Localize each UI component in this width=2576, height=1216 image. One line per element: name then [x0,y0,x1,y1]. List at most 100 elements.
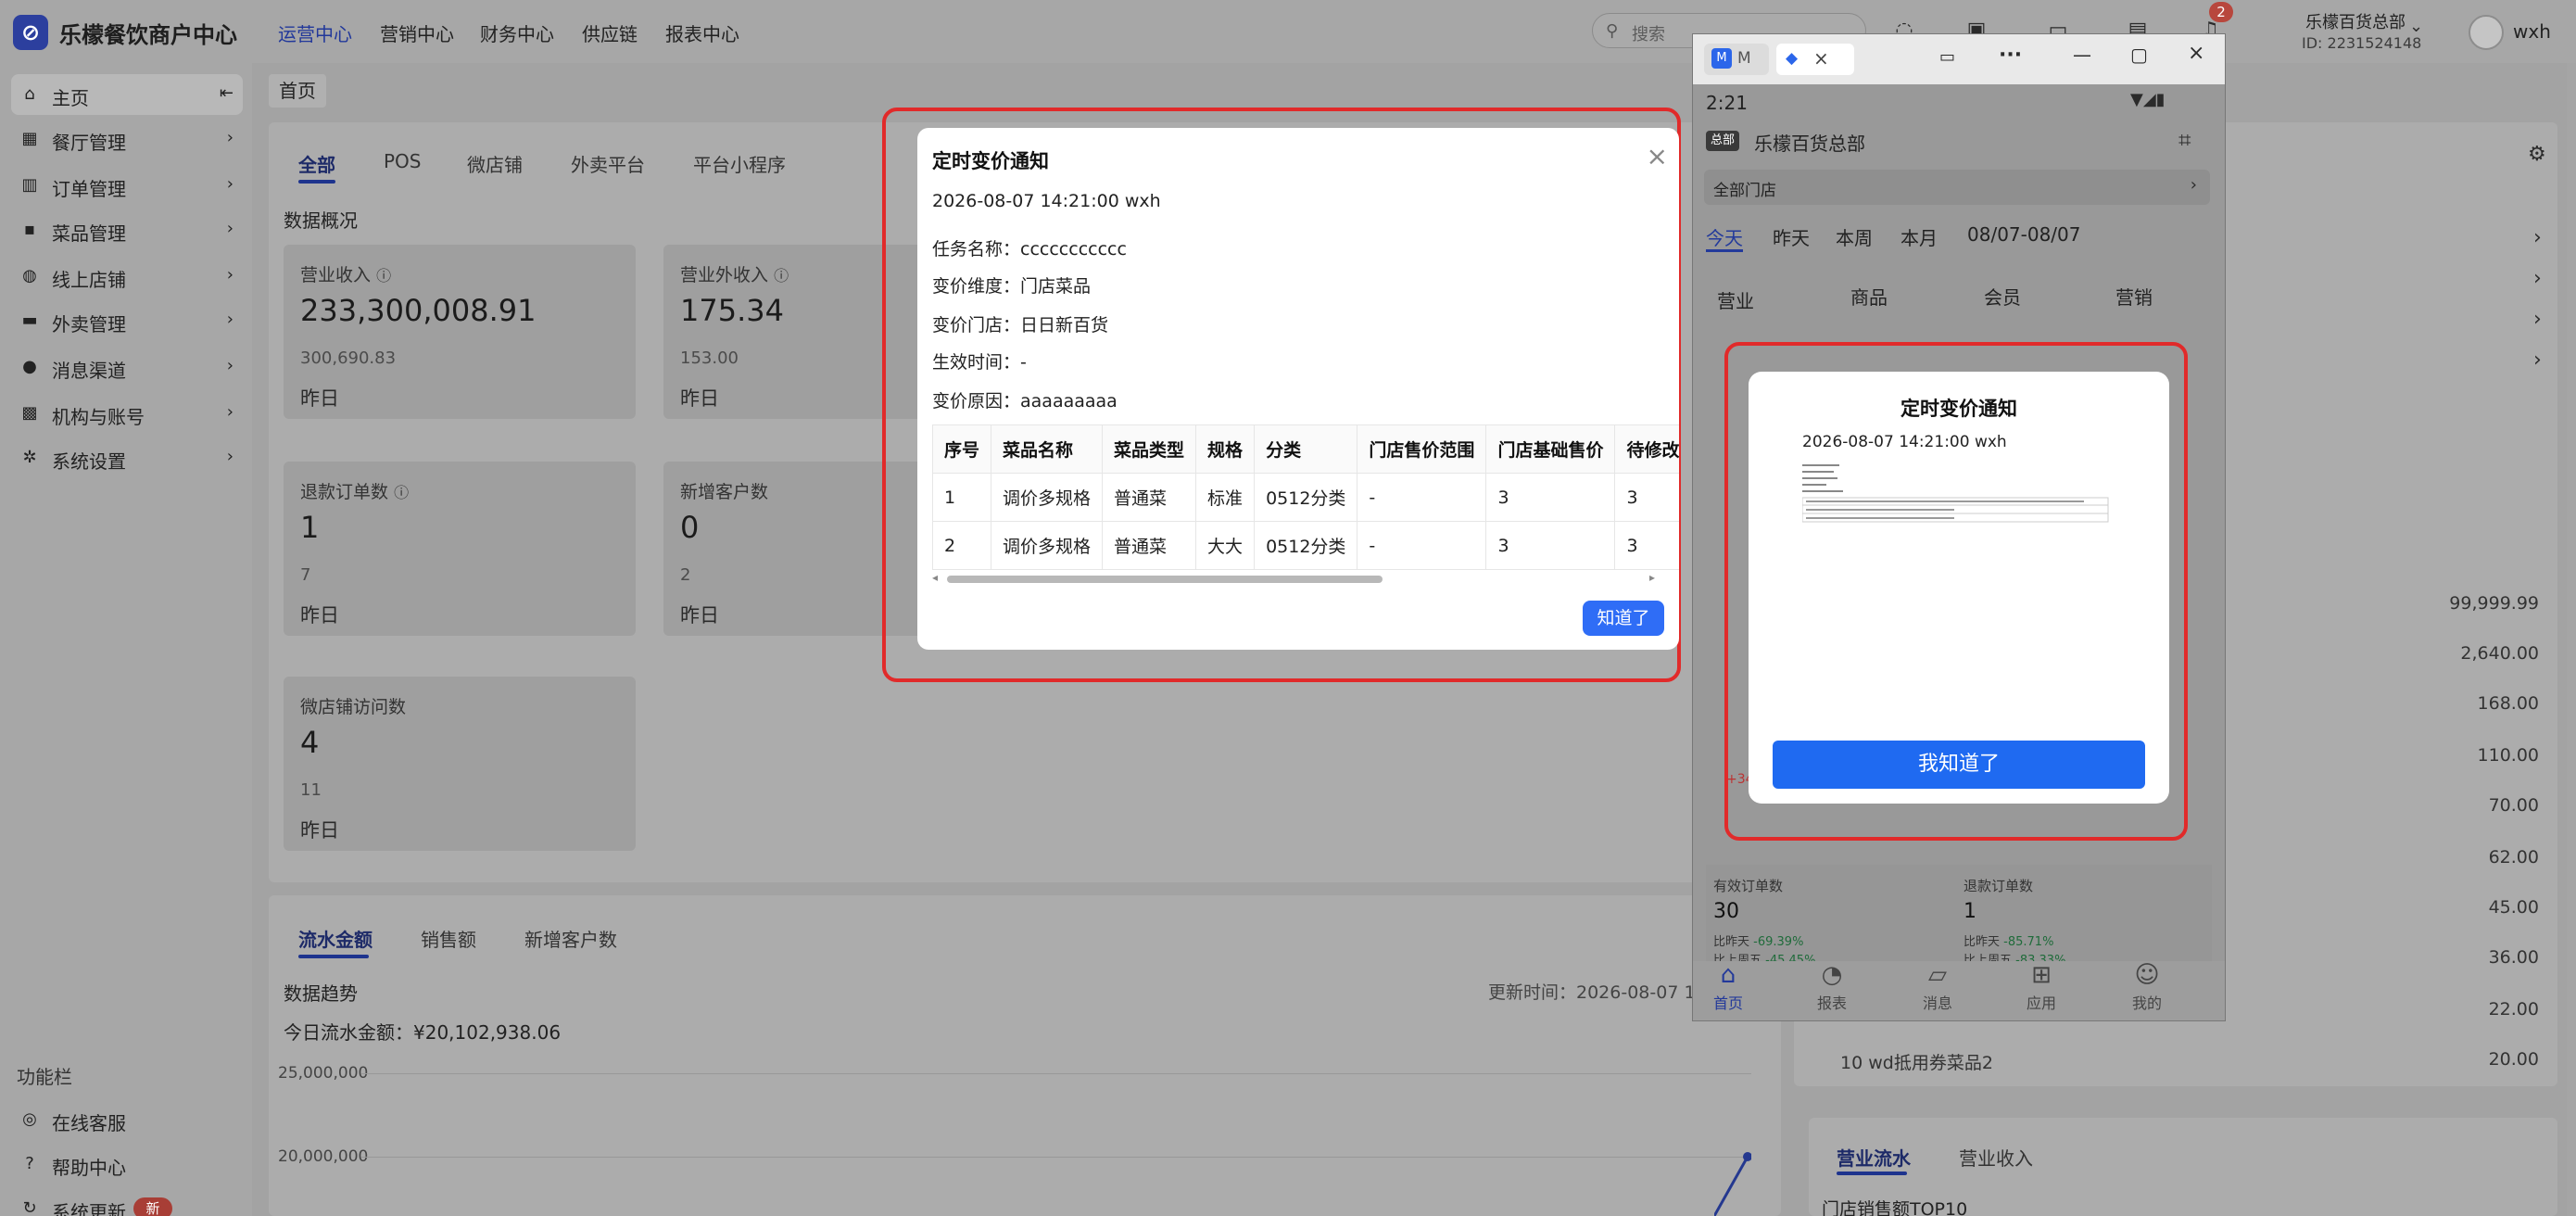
cat-tab-business[interactable]: 营业 [1717,286,1754,313]
table-header-row: 序号 菜品名称 菜品类型 规格 分类 门店售价范围 门店基础售价 待修改 [931,424,1679,474]
user-name[interactable]: wxh [2513,20,2551,43]
window-tab[interactable]: M M [1704,44,1769,75]
date-range[interactable]: 08/07-08/07 [1967,223,2081,246]
close-tab-icon[interactable]: × [1813,47,1829,70]
collapse-icon[interactable]: ⇤ [220,83,234,103]
scroll-left-icon[interactable]: ◂ [932,571,938,584]
scan-icon[interactable]: ⌗ [2178,127,2191,153]
window-titlebar: M M ◆ × ▭ ··· — ▢ × [1693,34,2225,84]
scroll-right-icon[interactable]: ▸ [1649,571,1655,584]
acknowledge-button[interactable]: 知道了 [1583,601,1664,636]
sidebar-item-online-store[interactable]: ◍ 线上店铺 › [11,256,243,297]
sidebar-item-home[interactable]: ⌂ 主页 ⇤ [11,74,243,115]
phone-screen: 2:21 ▼◢▮ 总部 乐檬百货总部 ⌗ 全部门店 › 今天 昨天 本周 本月 … [1693,84,2225,1020]
nav-supply-chain[interactable]: 供应链 [582,19,638,46]
nav-operations[interactable]: 运营中心 [278,19,352,46]
tab-underline [1837,1172,1907,1175]
chevron-right-icon[interactable]: › [2533,267,2542,290]
card-revenue[interactable]: 营业收入 ⓘ 233,300,008.91 300,690.83 昨日 [284,245,636,419]
func-bar-title: 功能栏 [17,1066,72,1088]
table-cell: 3 [1485,521,1616,570]
tab-business-flow[interactable]: 营业流水 [1837,1144,1911,1171]
phone-acknowledge-button[interactable]: 我知道了 [1773,741,2145,789]
dish-icon: ▪ [23,220,36,239]
effective-time-row: 生效时间：- [932,352,1027,373]
page-scrollbar[interactable] [2567,63,2576,1216]
window-tab-active[interactable]: ◆ × [1776,44,1854,75]
sidebar-item-messages[interactable]: ● 消息渠道 › [11,347,243,387]
nav-marketing[interactable]: 营销中心 [380,19,454,46]
info-icon[interactable]: ⓘ [394,484,409,501]
sidebar-item-update[interactable]: ↻ 系统更新 [11,1188,243,1216]
tab-label: M [1737,49,1751,68]
tab-sales[interactable]: 销售额 [421,925,476,952]
cat-tab-marketing[interactable]: 营销 [2115,283,2153,310]
org-icon: ▩ [21,403,38,423]
close-icon[interactable]: × [1647,141,1668,171]
tab-new-customers[interactable]: 新增客户数 [524,925,617,952]
date-tab-week[interactable]: 本周 [1836,223,1873,250]
trend-title: 数据趋势 [284,982,358,1005]
rank-value: 99,999.99 [2449,593,2539,614]
chevron-right-icon[interactable]: › [2533,348,2542,372]
bottom-nav-apps[interactable]: ⊞ 应用 [2014,961,2069,1013]
info-icon[interactable]: ⓘ [376,267,391,285]
stat-title: 退款订单数 [1964,878,2034,894]
sidebar-item-restaurant[interactable]: ▦ 餐厅管理 › [11,119,243,159]
date-tab-month[interactable]: 本月 [1900,223,1938,250]
maximize-icon[interactable]: ▢ [2130,44,2148,66]
sidebar-item-delivery[interactable]: ▬ 外卖管理 › [11,300,243,341]
sidebar-item-org-accounts[interactable]: ▩ 机构与账号 › [11,393,243,434]
sidebar-item-settings[interactable]: ✲ 系统设置 › [11,437,243,478]
minimize-icon[interactable]: — [2073,44,2091,66]
card-refund-orders[interactable]: 退款订单数 ⓘ 1 7 昨日 [284,462,636,636]
chevron-right-icon: › [226,219,234,238]
y-tick: 20,000,000 [278,1147,369,1166]
table-scrollbar[interactable]: ◂ ▸ [932,571,1655,586]
cat-tab-members[interactable]: 会员 [1984,283,2021,310]
chevron-right-icon[interactable]: › [2533,226,2542,249]
tab-business-income[interactable]: 营业收入 [1959,1144,2033,1171]
tab-mini-program[interactable]: 平台小程序 [693,150,786,177]
chevron-down-icon[interactable]: ⌄ [2409,17,2423,36]
price-change-table: 序号 菜品名称 菜品类型 规格 分类 门店售价范围 门店基础售价 待修改 1 调… [931,424,1679,570]
nav-finance[interactable]: 财务中心 [480,19,554,46]
phone-mirror-window: M M ◆ × ▭ ··· — ▢ × 2:21 ▼◢▮ 总部 乐檬百货总部 ⌗… [1692,33,2226,1021]
more-icon[interactable]: ··· [1999,44,2022,67]
sidebar-item-online-service[interactable]: ◎ 在线客服 [11,1099,243,1140]
sidebar-item-orders[interactable]: ▥ 订单管理 › [11,165,243,206]
avatar[interactable] [2469,15,2504,50]
tab-flow-amount[interactable]: 流水金额 [298,925,373,952]
info-icon[interactable]: ⓘ [774,267,789,285]
dimension-row: 变价维度：门店菜品 [932,276,1092,297]
rank-value: 70.00 [2488,795,2539,816]
cast-icon[interactable]: ▭ [1939,47,1955,67]
bottom-nav-messages[interactable]: ▱ 消息 [1910,961,1965,1013]
cat-tab-goods[interactable]: 商品 [1850,283,1888,310]
tab-micro-store[interactable]: 微店铺 [467,150,523,177]
store-filter[interactable]: 全部门店 › [1704,170,2210,205]
phone-org-name[interactable]: 乐檬百货总部 [1754,129,1865,156]
bottom-nav-reports[interactable]: ◔ 报表 [1804,961,1860,1013]
sidebar-item-help[interactable]: ? 帮助中心 [11,1144,243,1184]
tab-all[interactable]: 全部 [298,150,335,177]
app-icon: M [1711,48,1732,69]
tab-pos[interactable]: POS [384,150,422,172]
bottom-nav-mine[interactable]: ☺ 我的 [2119,961,2175,1013]
table-cell: 3 [1614,521,1679,570]
org-name[interactable]: 乐檬百货总部 [2305,9,2406,33]
bottom-nav-home[interactable]: ⌂ 首页 [1700,961,1756,1013]
gear-icon: ✲ [22,448,37,467]
date-tab-today[interactable]: 今天 [1706,223,1743,250]
scroll-thumb[interactable] [947,576,1383,583]
chevron-right-icon[interactable]: › [2533,308,2542,331]
nav-reports[interactable]: 报表中心 [665,19,739,46]
breadcrumb[interactable]: 首页 [269,74,326,108]
sidebar-item-dishes[interactable]: ▪ 菜品管理 › [11,209,243,250]
close-window-icon[interactable]: × [2188,42,2204,65]
card-micro-store-visits[interactable]: 微店铺访问数 4 11 昨日 [284,677,636,851]
date-tab-yesterday[interactable]: 昨天 [1773,223,1810,250]
tab-delivery-platform[interactable]: 外卖平台 [571,150,645,177]
gear-icon[interactable]: ⚙ [2528,143,2546,166]
delivery-icon: ▬ [21,310,38,330]
